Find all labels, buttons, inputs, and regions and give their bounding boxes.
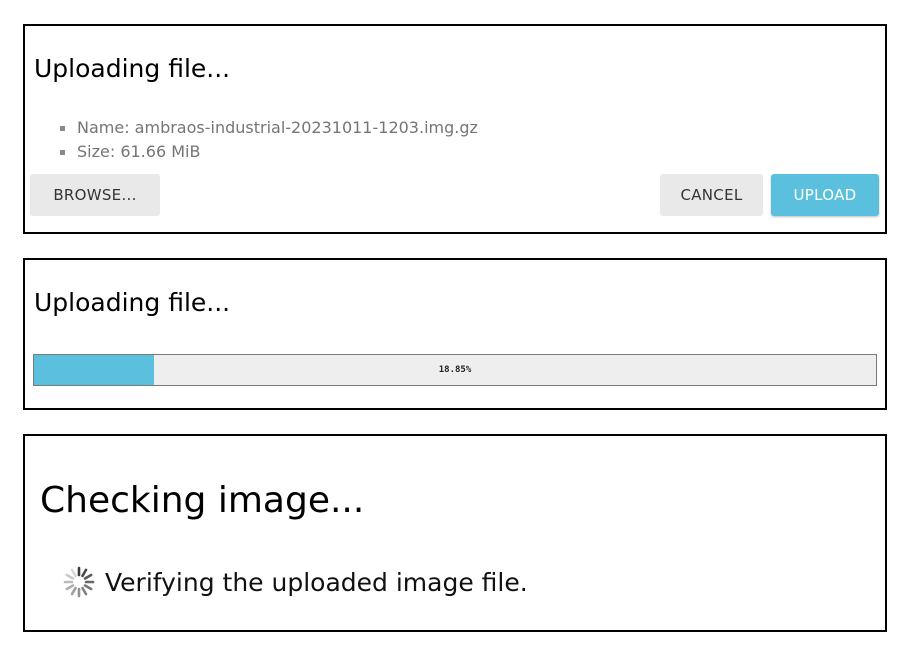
spinner-spoke bbox=[70, 568, 77, 578]
dialog-title: Checking image... bbox=[40, 480, 365, 521]
checking-image-dialog: Checking image... Verifying the uploaded… bbox=[23, 434, 887, 632]
spinner-spoke bbox=[81, 568, 88, 578]
file-name-item: Name: ambraos-industrial-20231011-1203.i… bbox=[60, 116, 478, 140]
upload-button[interactable]: UPLOAD bbox=[771, 174, 879, 216]
spinner-spoke bbox=[81, 586, 88, 596]
progress-percent-label: 18.85% bbox=[438, 365, 472, 375]
browse-button[interactable]: BROWSE... bbox=[30, 174, 160, 216]
spinner-spoke bbox=[65, 573, 75, 580]
upload-progress-dialog: Uploading file... 18.85% bbox=[23, 258, 887, 410]
spinner-spoke bbox=[70, 586, 77, 596]
spinner-icon bbox=[63, 566, 95, 598]
verification-status: Verifying the uploaded image file. bbox=[63, 566, 528, 598]
upload-dialog: Uploading file... Name: ambraos-industri… bbox=[23, 24, 887, 234]
upload-progress-bar: 18.85% bbox=[33, 354, 877, 386]
dialog-title: Uploading file... bbox=[34, 54, 231, 83]
file-info-list: Name: ambraos-industrial-20231011-1203.i… bbox=[60, 116, 478, 164]
spinner-spoke bbox=[83, 584, 93, 591]
spinner-spoke bbox=[83, 573, 93, 580]
dialog-title: Uploading file... bbox=[34, 288, 231, 317]
spinner-spoke bbox=[65, 584, 75, 591]
file-size-item: Size: 61.66 MiB bbox=[60, 140, 478, 164]
status-text: Verifying the uploaded image file. bbox=[105, 567, 528, 597]
cancel-button[interactable]: CANCEL bbox=[660, 174, 763, 216]
